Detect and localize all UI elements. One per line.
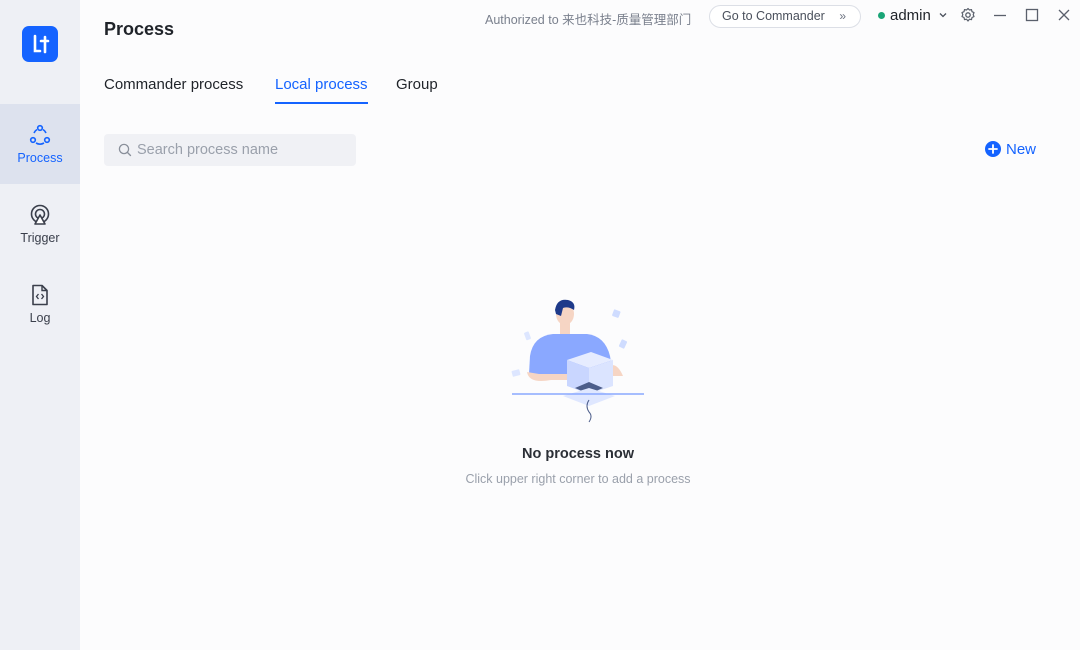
go-to-commander-label: Go to Commander <box>722 9 825 23</box>
search-icon <box>118 143 132 157</box>
plus-circle-icon <box>985 141 1001 157</box>
authorization-text: Authorized to 来也科技-质量管理部门 <box>485 13 692 27</box>
trigger-icon <box>30 204 50 225</box>
empty-state-illustration <box>511 299 644 423</box>
go-to-commander-button[interactable]: Go to Commander » <box>709 5 861 28</box>
tab-group[interactable]: Group <box>396 76 438 104</box>
minimize-icon[interactable] <box>992 7 1008 23</box>
sidebar-item-label: Log <box>29 311 51 325</box>
page-title: Process <box>104 19 175 39</box>
process-icon <box>29 124 51 145</box>
sidebar-item-log[interactable]: Log <box>0 264 80 344</box>
sidebar-item-label: Process <box>17 151 63 165</box>
sidebar: Process Trigger Log <box>0 0 80 650</box>
app-logo <box>22 26 58 62</box>
empty-state-subtitle: Click upper right corner to add a proces… <box>465 472 691 486</box>
empty-state-title: No process now <box>522 446 634 462</box>
tab-local-process[interactable]: Local process <box>275 76 368 104</box>
sidebar-item-process[interactable]: Process <box>0 104 80 184</box>
app-logo-icon <box>33 34 50 54</box>
chevron-down-icon[interactable] <box>938 10 948 20</box>
online-status-dot <box>878 12 885 19</box>
search-input[interactable] <box>137 134 347 166</box>
maximize-icon[interactable] <box>1024 7 1040 23</box>
settings-gear-icon[interactable] <box>960 7 976 23</box>
search-box[interactable] <box>104 134 356 166</box>
double-chevron-right-icon: » <box>839 9 846 23</box>
new-process-label: New <box>1006 141 1037 158</box>
sidebar-item-trigger[interactable]: Trigger <box>0 184 80 264</box>
sidebar-item-label: Trigger <box>20 231 60 245</box>
tab-commander-process[interactable]: Commander process <box>104 76 243 104</box>
close-icon[interactable] <box>1056 7 1072 23</box>
log-file-icon <box>32 284 48 306</box>
user-menu[interactable]: admin <box>890 7 931 24</box>
